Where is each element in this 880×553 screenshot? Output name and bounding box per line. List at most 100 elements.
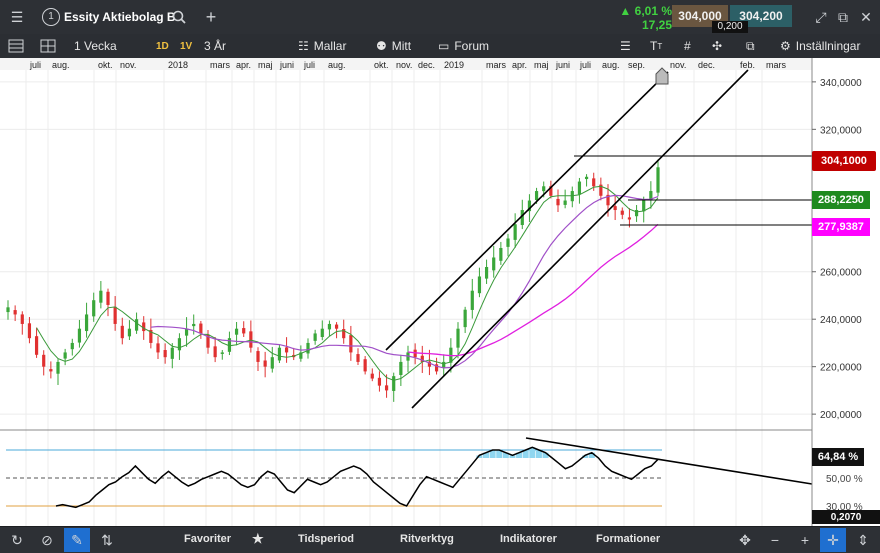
candle-body bbox=[477, 276, 482, 294]
candle-body bbox=[584, 176, 589, 180]
panel-toggle-icon[interactable] bbox=[8, 37, 24, 55]
candle-body bbox=[384, 385, 389, 391]
time-period-menu[interactable]: Tidsperiod bbox=[298, 533, 354, 545]
time-label: sep. bbox=[628, 60, 645, 70]
candle-body bbox=[249, 331, 253, 348]
zoom-out-icon[interactable]: − bbox=[762, 528, 788, 552]
candle-body bbox=[313, 333, 317, 341]
candle-body bbox=[192, 323, 196, 327]
time-label: aug. bbox=[52, 60, 70, 70]
time-label: okt. bbox=[374, 60, 389, 70]
time-label: juni bbox=[555, 60, 570, 70]
search-icon[interactable] bbox=[166, 5, 192, 29]
star-icon[interactable]: ★ bbox=[252, 531, 264, 547]
candle-body bbox=[156, 343, 160, 353]
interval-select[interactable]: 1 Vecka bbox=[74, 37, 117, 55]
time-label: 2018 bbox=[168, 60, 188, 70]
favorites-menu[interactable]: Favoriter bbox=[184, 533, 231, 545]
list-icon[interactable]: ☰ bbox=[620, 37, 631, 55]
candle-body bbox=[470, 290, 474, 310]
time-label: apr. bbox=[512, 60, 527, 70]
candle-body bbox=[242, 328, 246, 334]
magenta-level-badge: 277,9387 bbox=[812, 218, 870, 236]
candle-body bbox=[363, 359, 367, 372]
templates-button[interactable]: ☷ Mallar bbox=[298, 37, 346, 55]
cursor-value-badge: 0,2070 bbox=[812, 510, 880, 524]
sort-icon[interactable]: ⇅ bbox=[94, 528, 120, 552]
candle-body bbox=[263, 360, 267, 367]
candle-body bbox=[627, 217, 632, 220]
range-1v-button[interactable]: 1V bbox=[180, 37, 192, 55]
last-price-badge: 304,1000 bbox=[812, 151, 876, 171]
change-abs: 17,25 bbox=[641, 18, 672, 32]
time-label: maj bbox=[534, 60, 549, 70]
rsi-line bbox=[55, 446, 659, 509]
period-select[interactable]: 3 År bbox=[204, 37, 226, 55]
candle-body bbox=[6, 307, 10, 313]
settings-button[interactable]: ⚙ Inställningar bbox=[780, 37, 860, 55]
change-block: ▲ 6,01 % 17,25 bbox=[610, 4, 672, 32]
mine-button[interactable]: ⚉ Mitt bbox=[376, 37, 411, 55]
candle-body bbox=[34, 336, 39, 355]
price-chart-svg[interactable]: juli aug. okt. nov. 2018 mars apr. maj juni juli a… bbox=[0, 58, 880, 526]
formations-menu[interactable]: Formationer bbox=[596, 533, 660, 545]
candle-body bbox=[142, 322, 146, 332]
candle-body bbox=[277, 347, 282, 361]
pencil-icon[interactable]: ✎ bbox=[64, 528, 90, 552]
candle-body bbox=[513, 224, 517, 240]
time-label: mars bbox=[210, 60, 230, 70]
indicators-menu[interactable]: Indikatorer bbox=[500, 533, 557, 545]
crosshair-mode-icon[interactable]: ✛ bbox=[820, 528, 846, 552]
forum-button[interactable]: ▭ Forum bbox=[438, 37, 489, 55]
candle-body bbox=[327, 323, 332, 330]
candle-body bbox=[642, 200, 646, 212]
candle-body bbox=[127, 328, 132, 337]
range-1d-button[interactable]: 1D bbox=[156, 37, 169, 55]
add-tab-icon[interactable]: + bbox=[198, 5, 224, 29]
time-label: mars bbox=[486, 60, 506, 70]
candle-body bbox=[506, 238, 510, 247]
candle-body bbox=[556, 198, 560, 206]
candle-body bbox=[370, 373, 374, 379]
candle-body bbox=[106, 291, 110, 305]
block-icon[interactable]: ⊘ bbox=[34, 528, 60, 552]
time-label: 2019 bbox=[444, 60, 464, 70]
candle-body bbox=[213, 346, 217, 358]
fit-vertical-icon[interactable]: ⇕ bbox=[850, 528, 876, 552]
time-label: dec. bbox=[698, 60, 715, 70]
price-label: 340,0000 bbox=[820, 78, 862, 89]
zoom-in-icon[interactable]: + bbox=[792, 528, 818, 552]
copy-window-icon[interactable]: ⧉ bbox=[746, 37, 755, 55]
candle-body bbox=[113, 306, 117, 324]
layout-grid-icon[interactable] bbox=[40, 37, 56, 55]
drawing-tools-menu[interactable]: Ritverktyg bbox=[400, 533, 454, 545]
time-label: maj bbox=[258, 60, 273, 70]
chart-area[interactable]: juli aug. okt. nov. 2018 mars apr. maj juni juli a… bbox=[0, 58, 880, 526]
menu-icon[interactable]: ☰ bbox=[4, 5, 30, 29]
candle-body bbox=[42, 354, 46, 367]
candle-body bbox=[484, 266, 489, 279]
rsi-current-badge: 64,84 % bbox=[812, 448, 864, 466]
gear-icon: ⚙ bbox=[780, 39, 791, 53]
templates-icon: ☷ bbox=[298, 39, 309, 53]
time-label: nov. bbox=[120, 60, 136, 70]
chat-icon: ▭ bbox=[438, 39, 450, 53]
rsi-trendline[interactable] bbox=[525, 437, 813, 485]
candle-body bbox=[563, 200, 567, 205]
candle-body bbox=[56, 361, 60, 374]
move-icon[interactable]: ✥ bbox=[732, 528, 758, 552]
grid-icon[interactable]: # bbox=[684, 37, 691, 55]
time-label: dec. bbox=[418, 60, 435, 70]
bottom-bar: ↻ ⊘ ✎ ⇅ Favoriter ★ Tidsperiod Ritverkty… bbox=[0, 526, 880, 553]
close-icon[interactable]: ✕ bbox=[853, 5, 879, 29]
refresh-icon[interactable]: ↻ bbox=[4, 528, 30, 552]
crosshair-icon[interactable]: ✣ bbox=[712, 37, 722, 55]
trend-channel-upper[interactable] bbox=[385, 71, 669, 351]
text-tool-icon[interactable]: TT bbox=[650, 37, 662, 55]
candle-body bbox=[492, 257, 496, 271]
candle-body bbox=[13, 310, 17, 315]
trend-channel-lower[interactable] bbox=[411, 69, 749, 409]
candle-body bbox=[284, 347, 289, 353]
instrument-number-icon[interactable]: 1 bbox=[38, 5, 64, 29]
time-label: nov. bbox=[396, 60, 412, 70]
